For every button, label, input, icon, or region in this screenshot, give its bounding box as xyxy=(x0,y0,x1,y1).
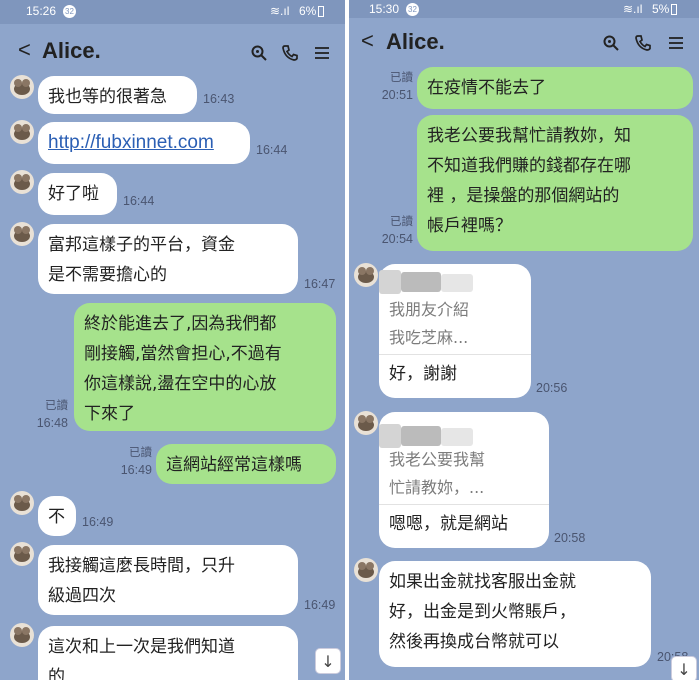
message-time: 20:58 xyxy=(554,531,586,545)
avatar[interactable] xyxy=(9,119,35,145)
message-text: 好了啦 xyxy=(48,184,99,204)
status-bar: 15:30 32 ≋.ıl 5% xyxy=(349,0,699,20)
reply-message-bubble: 我朋友介紹 我吃芝麻... 好，謝謝 xyxy=(379,264,531,398)
message-time: 16:43 xyxy=(203,92,235,106)
message-bubble: 這次和上一次是我們知道 的 xyxy=(38,626,298,680)
message-bubble: 好了啦 xyxy=(38,173,117,215)
message-line: 級過四次 xyxy=(48,586,116,606)
message-text: 不 xyxy=(48,507,65,527)
quoted-avatar-blurred xyxy=(379,270,401,294)
scroll-down-button[interactable]: ↓ xyxy=(315,648,341,674)
message-line: 如果出金就找客服出金就 xyxy=(389,572,576,592)
message-time: 16:44 xyxy=(123,194,155,208)
search-icon[interactable] xyxy=(602,34,620,52)
search-icon[interactable] xyxy=(250,44,268,62)
reply-text: 嗯嗯，就是網站 xyxy=(379,504,549,539)
message-bubble-outgoing: 我老公要我幫忙請教妳，知 不知道我們賺的錢都存在哪 裡 ，是操盤的那個網站的 帳… xyxy=(417,115,693,251)
message-time: 16:44 xyxy=(256,143,288,157)
scroll-down-button[interactable]: ↓ xyxy=(671,656,697,680)
battery-level: 5% xyxy=(652,2,670,16)
notification-badge: 32 xyxy=(63,5,76,18)
signal-icon: ≋.ıl xyxy=(623,2,643,16)
quoted-name-blurred xyxy=(401,426,441,446)
avatar[interactable] xyxy=(9,490,35,516)
message-line: 不知道我們賺的錢都存在哪 xyxy=(427,156,631,176)
status-bar: 15:26 32 ≋.ıl 6% xyxy=(0,0,345,24)
message-line: 終於能進去了,因為我們都 xyxy=(84,314,277,334)
message-time: 16:49 xyxy=(82,515,114,529)
left-chat-screen: 15:26 32 ≋.ıl 6% < Alice. 我也等的很著急 16:43 xyxy=(0,0,345,680)
avatar[interactable] xyxy=(9,74,35,100)
notification-badge: 32 xyxy=(406,3,419,16)
read-status: 已讀 20:54 xyxy=(381,216,413,246)
back-button[interactable]: < xyxy=(361,28,374,54)
message-line: 這次和上一次是我們知道 xyxy=(48,637,235,657)
avatar[interactable] xyxy=(9,622,35,648)
read-status: 已讀 16:48 xyxy=(36,400,68,430)
message-time: 16:47 xyxy=(304,277,336,291)
message-line: 裡 ，是操盤的那個網站的 xyxy=(427,186,620,206)
message-bubble: 我也等的很著急 xyxy=(38,76,197,114)
message-bubble: 如果出金就找客服出金就 好，出金是到火幣賬戶， 然後再換成台幣就可以 xyxy=(379,561,651,667)
message-line: 的 xyxy=(48,667,65,680)
message-link[interactable]: http://fubxinnet.com xyxy=(48,132,214,153)
battery-icon xyxy=(671,4,677,15)
message-text: 我也等的很著急 xyxy=(48,87,167,107)
quoted-text: 我吃芝麻... xyxy=(389,328,469,347)
message-line: 好，出金是到火幣賬戶， xyxy=(389,602,576,622)
message-bubble-outgoing: 在疫情不能去了 xyxy=(417,67,693,109)
quoted-avatar-blurred xyxy=(379,424,401,448)
message-line: 帳戶裡嗎？ xyxy=(427,216,512,236)
message-bubble: 我接觸這麼長時間，只升 級過四次 xyxy=(38,545,298,615)
message-line: 我接觸這麼長時間，只升 xyxy=(48,556,235,576)
message-text: 這網站經常這樣嗎 xyxy=(166,455,302,475)
message-line: 你這樣說,盪在空中的心放 xyxy=(84,374,277,394)
message-time: 16:49 xyxy=(304,598,336,612)
quoted-name-blurred xyxy=(441,274,473,292)
message-line: 然後再換成台幣就可以 xyxy=(389,632,559,652)
chat-header: < Alice. xyxy=(0,24,345,74)
battery-icon xyxy=(318,6,324,17)
phone-icon[interactable] xyxy=(281,44,299,62)
message-line: 我老公要我幫忙請教妳，知 xyxy=(427,126,631,146)
chat-header: < Alice. xyxy=(349,18,699,68)
quoted-name-blurred xyxy=(401,272,441,292)
message-bubble: 富邦這樣子的平台，資金 是不需要擔心的 xyxy=(38,224,298,294)
right-chat-screen: 15:30 32 ≋.ıl 5% < Alice. 已讀 20:51 在疫情不能… xyxy=(349,0,699,680)
reply-text: 好，謝謝 xyxy=(379,354,531,389)
message-text: 在疫情不能去了 xyxy=(427,78,546,98)
message-time: 20:56 xyxy=(536,381,568,395)
quoted-text: 我朋友介紹 xyxy=(389,300,470,319)
avatar[interactable] xyxy=(353,262,379,288)
message-bubble-outgoing: 這網站經常這樣嗎 xyxy=(156,444,336,484)
battery-level: 6% xyxy=(299,4,317,18)
quoted-text: 忙請教妳，... xyxy=(389,478,485,497)
avatar[interactable] xyxy=(9,541,35,567)
phone-icon[interactable] xyxy=(634,34,652,52)
quoted-text: 我老公要我幫 xyxy=(389,450,486,469)
signal-icon: ≋.ıl xyxy=(270,4,290,18)
chat-title: Alice. xyxy=(386,29,445,54)
read-status: 已讀 16:49 xyxy=(120,447,152,477)
status-time: 15:30 xyxy=(369,2,400,16)
read-status: 已讀 20:51 xyxy=(381,72,413,102)
avatar[interactable] xyxy=(353,410,379,436)
message-bubble: http://fubxinnet.com xyxy=(38,122,250,164)
message-line: 剛接觸,當然會担心,不過有 xyxy=(84,344,282,364)
message-bubble: 不 xyxy=(38,496,76,536)
reply-message-bubble: 我老公要我幫 忙請教妳，... 嗯嗯，就是網站 xyxy=(379,412,549,548)
chat-title: Alice. xyxy=(42,38,101,63)
avatar[interactable] xyxy=(353,557,379,583)
avatar[interactable] xyxy=(9,221,35,247)
message-line: 富邦這樣子的平台，資金 xyxy=(48,235,235,255)
menu-icon[interactable] xyxy=(667,34,685,52)
message-line: 是不需要擔心的 xyxy=(48,265,167,285)
avatar[interactable] xyxy=(9,169,35,195)
back-button[interactable]: < xyxy=(18,37,31,63)
status-time: 15:26 xyxy=(26,4,57,18)
message-line: 下來了 xyxy=(84,404,135,424)
menu-icon[interactable] xyxy=(313,44,331,62)
quoted-name-blurred xyxy=(441,428,473,446)
message-bubble-outgoing: 終於能進去了,因為我們都 剛接觸,當然會担心,不過有 你這樣說,盪在空中的心放 … xyxy=(74,303,336,431)
